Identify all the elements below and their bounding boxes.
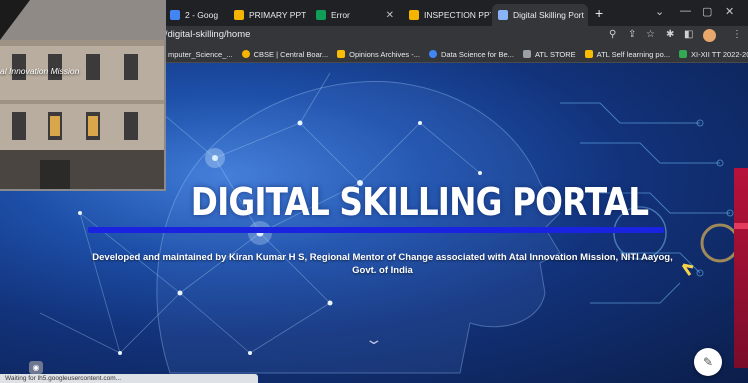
sites-icon — [498, 10, 508, 20]
atl-store-icon — [522, 50, 531, 58]
scroll-down-chevron-icon[interactable]: ⌄ — [364, 331, 383, 348]
bookmark-label: CBSE | Central Boar... — [253, 49, 329, 59]
zoom-search-icon[interactable]: ⚲ — [609, 29, 616, 40]
screen: DIGITAL SKILLING PORTAL Developed and ma… — [0, 0, 748, 383]
slides-icon — [234, 10, 244, 20]
page-title: DIGITAL SKILLING PORTAL — [190, 180, 649, 224]
bookmark-computer-science[interactable]: mputer_Science_... — [168, 50, 233, 59]
bookmark-star-icon[interactable]: ☆ — [646, 29, 655, 40]
building-photo: al Innovation Mission — [0, 0, 166, 191]
bookmark-xi-xii-tt[interactable]: XI-XII TT 2022-2023... — [679, 50, 748, 59]
bookmark-label: Opinions Archives -... — [349, 49, 420, 59]
atl-logo-icon — [584, 50, 593, 58]
pencil-icon: ✎ — [702, 355, 714, 369]
tab-label: INSPECTION PPT V — [424, 10, 491, 20]
building-illustration — [0, 0, 164, 189]
tab-label: 2 - Goog — [185, 10, 219, 20]
page-subtitle: Developed and maintained by Kiran Kumar … — [90, 251, 675, 277]
opinions-icon — [337, 50, 346, 58]
subtitle-line-1: Developed and maintained by Kiran Kumar … — [92, 252, 673, 263]
side-panel-icon[interactable]: ◧ — [684, 29, 693, 40]
profile-avatar[interactable] — [703, 29, 716, 42]
url-field[interactable]: w/digital-skilling/home — [158, 29, 250, 40]
close-window-icon[interactable]: ✕ — [725, 5, 734, 18]
cbse-icon — [241, 50, 250, 58]
google-icon — [170, 10, 180, 20]
bookmark-atl-self-learning[interactable]: ATL Self learning po... — [584, 49, 671, 59]
status-bar: Waiting for lh5.googleusercontent.com... — [0, 374, 258, 383]
browser-menu-icon[interactable]: ⋮ — [732, 29, 742, 40]
tab-primary-ppt[interactable]: PRIMARY PPT.pptx ✕ — [228, 4, 306, 26]
subtitle-line-2: Govt. of India — [352, 265, 413, 276]
bookmark-label: ATL STORE — [534, 49, 576, 59]
maximize-icon[interactable]: ▢ — [702, 5, 712, 18]
drive-icon — [316, 10, 326, 20]
close-tab-icon[interactable]: ✕ — [223, 10, 224, 21]
bookmark-label: ATL Self learning po... — [596, 49, 671, 59]
sheets-icon — [679, 50, 688, 58]
side-accent-bar — [734, 168, 748, 368]
tab-label: PRIMARY PPT.pptx — [249, 10, 306, 20]
bookmark-cbse[interactable]: CBSE | Central Boar... — [241, 49, 329, 59]
bookmark-label: Data Science for Be... — [440, 49, 514, 59]
tab-error[interactable]: Error ✕ — [310, 4, 400, 26]
bookmark-label: mputer_Science_... — [168, 49, 233, 59]
tab-inspection-ppt[interactable]: INSPECTION PPT V ✕ — [403, 4, 491, 26]
bookmark-opinions[interactable]: Opinions Archives -... — [337, 50, 420, 59]
tab-search-chevron-icon[interactable]: ⌄ — [655, 5, 664, 18]
extensions-puzzle-icon[interactable]: ✱ — [666, 29, 674, 40]
new-tab-icon[interactable]: + — [595, 5, 603, 21]
slides-icon — [409, 10, 419, 20]
title-underline — [88, 227, 664, 233]
minimize-icon[interactable]: — — [680, 5, 691, 17]
side-accent-stripe — [734, 223, 748, 229]
tab-digital-skilling[interactable]: Digital Skilling Port ✕ — [492, 4, 588, 26]
bookmark-atl-store[interactable]: ATL STORE — [522, 49, 576, 59]
data-science-icon — [428, 50, 437, 58]
bookmark-data-science[interactable]: Data Science for Be... — [428, 49, 514, 59]
camera-icon[interactable]: ◉ — [29, 361, 43, 374]
bookmark-label: XI-XII TT 2022-2023... — [691, 49, 748, 59]
tab-google[interactable]: 2 - Goog ✕ — [164, 4, 224, 26]
tab-label: Error — [331, 10, 350, 20]
edit-pencil-button[interactable]: ✎ — [694, 348, 722, 376]
tab-label: Digital Skilling Port — [513, 10, 584, 20]
close-tab-icon[interactable]: ✕ — [386, 10, 394, 21]
photo-caption: al Innovation Mission — [0, 66, 80, 76]
share-icon[interactable]: ⇪ — [628, 29, 636, 40]
